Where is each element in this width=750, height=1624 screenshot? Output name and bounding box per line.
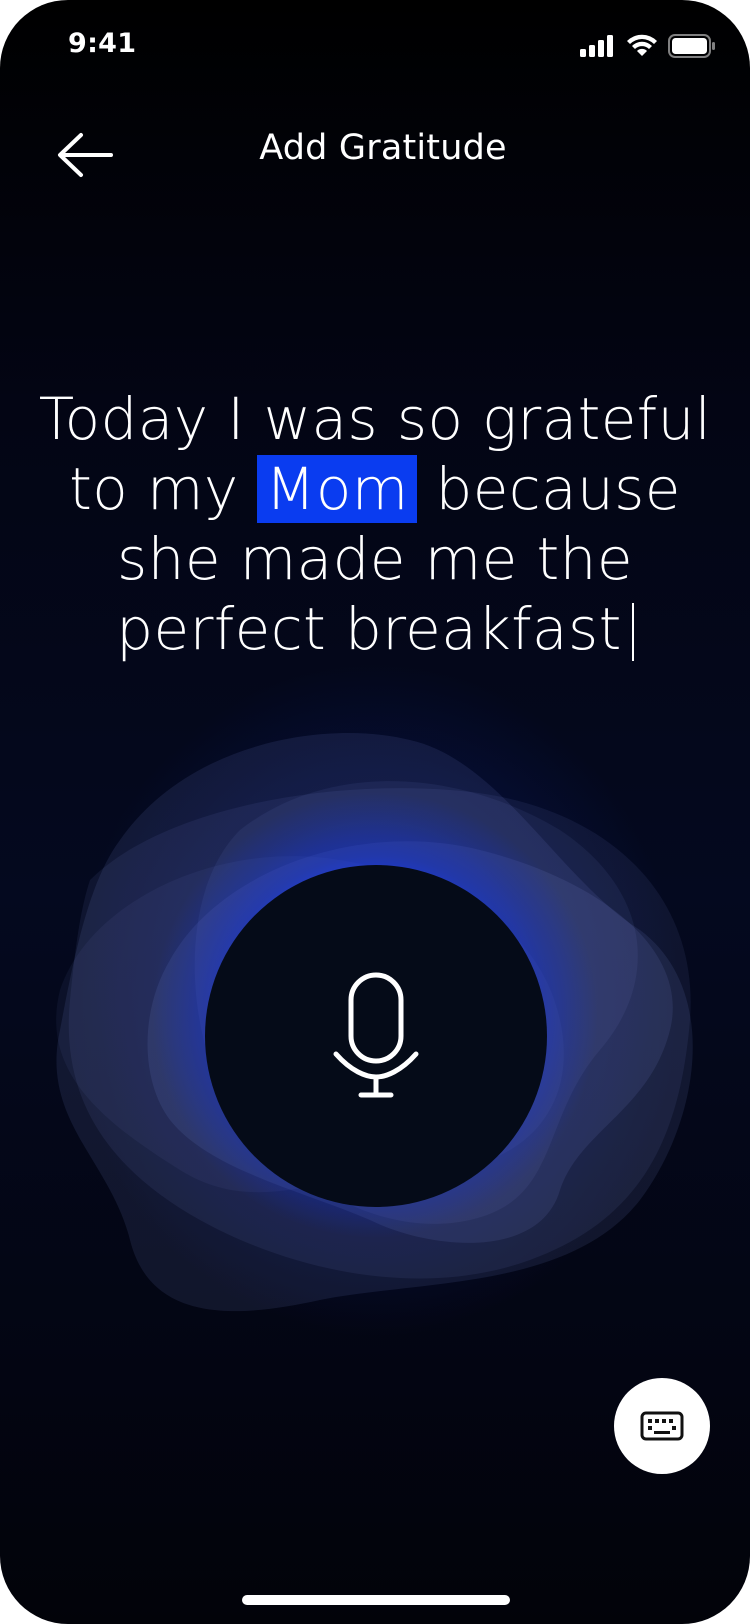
keyboard-icon bbox=[640, 1411, 684, 1441]
highlighted-word[interactable]: Mom bbox=[257, 455, 417, 523]
text-caret bbox=[631, 603, 634, 661]
microphone-icon bbox=[333, 972, 419, 1098]
battery-icon bbox=[668, 34, 715, 58]
signal-icon bbox=[580, 35, 613, 57]
transcript-text[interactable]: Today I was so grateful to my Mom becaus… bbox=[30, 384, 720, 664]
phone-screen: 9:41 Add Gratitude Today I was so gratef… bbox=[0, 0, 750, 1624]
keyboard-button[interactable] bbox=[614, 1378, 710, 1474]
microphone-button[interactable] bbox=[205, 865, 547, 1207]
status-bar: 9:41 bbox=[0, 0, 750, 92]
page-title: Add Gratitude bbox=[259, 128, 507, 168]
wifi-icon bbox=[627, 34, 657, 56]
status-icons bbox=[580, 34, 716, 58]
status-time: 9:41 bbox=[68, 28, 137, 59]
home-indicator[interactable] bbox=[242, 1595, 510, 1605]
